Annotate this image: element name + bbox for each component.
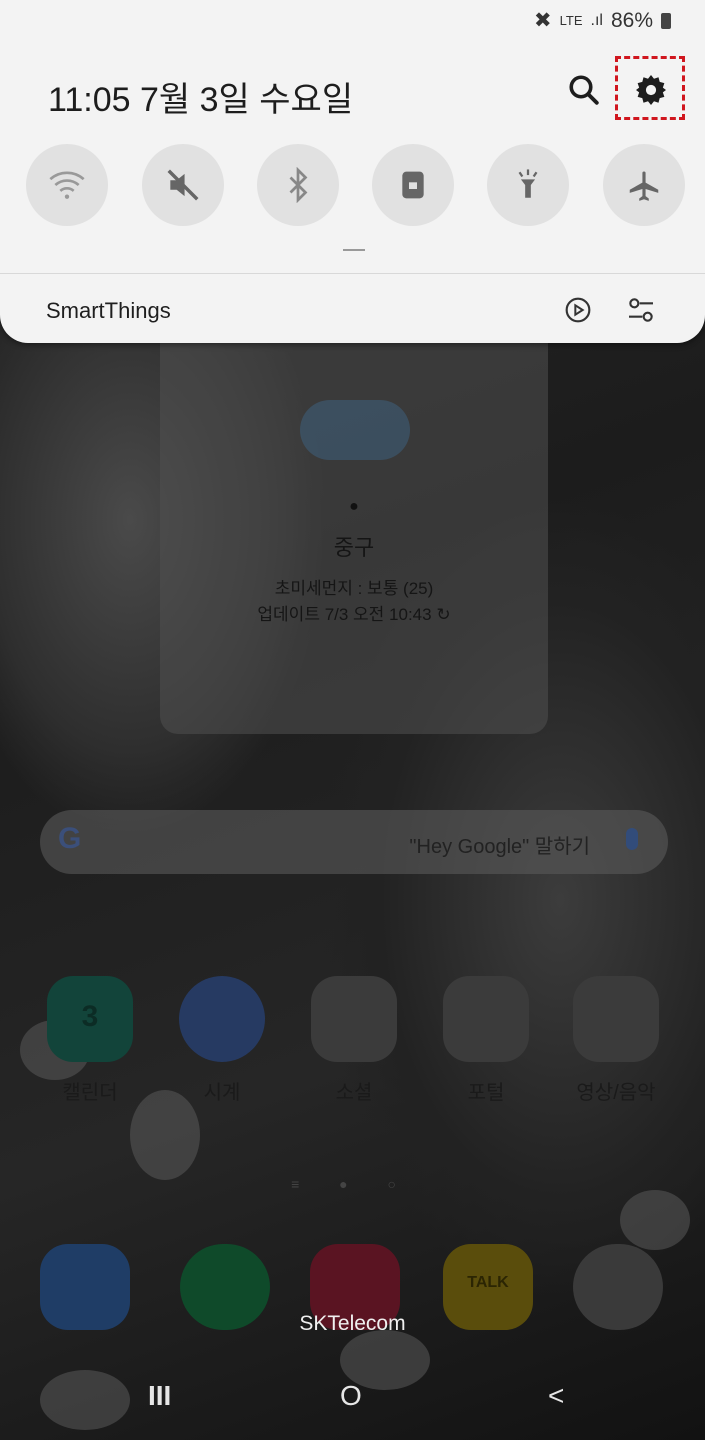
app-label: 시계 (203, 1082, 241, 1104)
app-calendar[interactable]: 3 캘린더 (40, 976, 140, 1105)
bluetooth-toggle[interactable] (257, 144, 339, 226)
bluetooth-icon (289, 167, 308, 203)
location-pin-icon: ● (349, 498, 359, 515)
weather-location: 중구 (333, 535, 375, 560)
carrier-label: SKTelecom (299, 1312, 406, 1335)
back-button[interactable]: < (548, 1380, 564, 1412)
divider (0, 273, 705, 274)
battery-percent: 86% (610, 8, 653, 32)
wallpaper-pebble (620, 1190, 690, 1250)
google-logo-icon: G (58, 822, 82, 855)
mute-status-icon: ✖ (534, 9, 552, 32)
quick-settings-panel: ✖ LTE .ıl 86% 11:05 7월 3일 수요일 SmartThing… (0, 0, 705, 343)
flashlight-toggle[interactable] (487, 144, 569, 226)
home-button[interactable]: O (340, 1380, 362, 1412)
media-output-icon[interactable] (562, 294, 594, 326)
wifi-icon (49, 171, 85, 199)
rotation-lock-toggle[interactable] (372, 144, 454, 226)
google-search-bar[interactable]: G "Hey Google" 말하기 (40, 810, 668, 874)
calendar-icon: 3 (47, 976, 133, 1062)
folder-icon (443, 976, 529, 1062)
page-indicator: ≡ ● ○ (291, 1176, 414, 1192)
kakaotalk-label: TALK (467, 1274, 509, 1291)
folder-video-music[interactable]: 영상/음악 (566, 976, 666, 1105)
status-bar: ✖ LTE .ıl 86% (534, 8, 671, 33)
quick-toggle-row (26, 144, 686, 226)
settings-highlight-box (615, 56, 685, 120)
device-control-icon[interactable] (624, 294, 658, 326)
folder-social[interactable]: 소셜 (304, 976, 404, 1105)
app-label: 포털 (467, 1082, 505, 1104)
refresh-icon[interactable]: ↻ (436, 605, 450, 624)
app-label: 소셜 (335, 1082, 373, 1104)
folder-icon (573, 976, 659, 1062)
wifi-toggle[interactable] (26, 144, 108, 226)
airplane-toggle[interactable] (603, 144, 685, 226)
recents-button[interactable]: III (148, 1380, 171, 1412)
signal-icon: .ıl (590, 11, 603, 29)
navigation-bar: III O < (0, 1380, 705, 1440)
folder-portal[interactable]: 포털 (436, 976, 536, 1105)
folder-icon (311, 976, 397, 1062)
clock-icon (179, 976, 265, 1062)
date-time: 11:05 7월 3일 수요일 (48, 81, 354, 119)
cloud-icon (300, 400, 410, 460)
mute-icon (167, 169, 199, 201)
smartthings-label[interactable]: SmartThings (46, 298, 171, 324)
sound-toggle[interactable] (142, 144, 224, 226)
lte-icon: LTE (559, 13, 583, 28)
battery-icon (661, 12, 671, 29)
panel-drag-handle[interactable] (343, 249, 365, 251)
update-time-text: 업데이트 7/3 오전 10:43 ↻ (257, 605, 451, 624)
weather-widget[interactable]: ● 중구 초미세먼지 : 보통 (25) 업데이트 7/3 오전 10:43 ↻ (160, 300, 548, 734)
flashlight-icon (518, 169, 538, 198)
voice-hint: "Hey Google" 말하기 (409, 836, 590, 858)
app-label: 캘린더 (62, 1082, 118, 1104)
app-clock[interactable]: 시계 (172, 976, 272, 1105)
app-label: 영상/음악 (576, 1082, 656, 1104)
search-icon[interactable] (566, 72, 602, 108)
airplane-mode-icon (629, 171, 659, 201)
screen-rotation-lock-icon (402, 171, 424, 199)
fine-dust-text: 초미세먼지 : 보통 (25) (274, 579, 434, 598)
mic-icon[interactable] (626, 828, 638, 850)
